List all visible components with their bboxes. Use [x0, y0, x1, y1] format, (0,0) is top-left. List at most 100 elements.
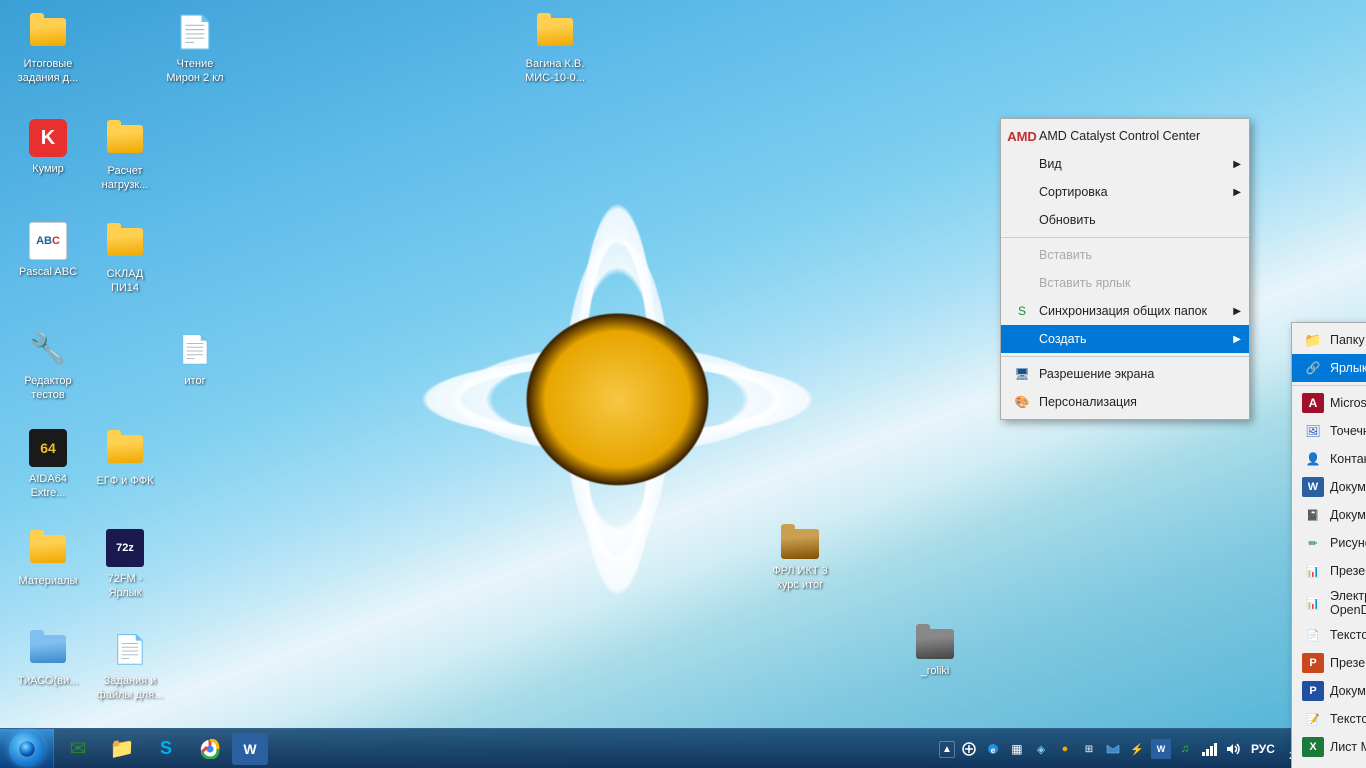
- menu-item-sort[interactable]: Сортировка ▶: [1001, 178, 1249, 206]
- language-button[interactable]: РУС: [1247, 740, 1279, 758]
- submenu-item-odraw[interactable]: ✏ Рисунок OpenDocument: [1292, 529, 1366, 557]
- journal-icon: 📓: [1302, 505, 1324, 525]
- desktop: Итоговые задания д... 📄 Чтение Мирон 2 к…: [0, 0, 1366, 768]
- menu-item-personalize[interactable]: 🎨 Персонализация: [1001, 388, 1249, 416]
- systray-icon-10[interactable]: ♫: [1175, 739, 1195, 759]
- submenu-arrow: ▶: [1233, 159, 1241, 170]
- pub-icon: P: [1302, 681, 1324, 701]
- systray-icon-5[interactable]: ●: [1055, 739, 1075, 759]
- screen-icon: 🖥: [1011, 364, 1033, 384]
- submenu-item-kontakt[interactable]: 👤 Контакт: [1292, 445, 1366, 473]
- flower-decoration: [150, 0, 1000, 768]
- desktop-icon-tias[interactable]: ТиАСО(ви...: [8, 625, 88, 693]
- icon-label: Вагина К.В. МИС-10-0...: [514, 56, 596, 87]
- icon-label: итог: [181, 373, 208, 389]
- desktop-icon-materialy[interactable]: Материалы: [8, 525, 88, 593]
- person-icon: 🎨: [1011, 392, 1033, 412]
- systray-icon-8[interactable]: ⚡: [1127, 739, 1147, 759]
- taskbar-btn-skype[interactable]: S: [144, 730, 188, 768]
- menu-item-vid[interactable]: Вид ▶: [1001, 150, 1249, 178]
- desktop-icon-aida64[interactable]: 64 AIDA64 Extre...: [8, 425, 88, 506]
- taskbar-pinned-apps: ✉ 📁 S W: [54, 730, 270, 768]
- otext-icon: 📄: [1302, 625, 1324, 645]
- systray-expand[interactable]: ▲: [939, 741, 955, 758]
- context-menu-desktop: AMD AMD Catalyst Control Center Вид ▶ Со…: [1000, 118, 1250, 420]
- network-icon[interactable]: [1199, 739, 1219, 759]
- menu-item-refresh[interactable]: Обновить: [1001, 206, 1249, 234]
- menu-item-create[interactable]: Создать ▶ 📁 Папку 🔗 Ярлык A Microsoft Ac…: [1001, 325, 1249, 353]
- desktop-icon-raschet[interactable]: Расчет нагрузк...: [85, 115, 165, 198]
- submenu-item-pub[interactable]: P Документ Microsoft Publisher: [1292, 677, 1366, 705]
- submenu-item-papku[interactable]: 📁 Папку: [1292, 326, 1366, 354]
- volume-icon[interactable]: [1223, 739, 1243, 759]
- separator: [1001, 356, 1249, 357]
- submenu-item-otext[interactable]: 📄 Текстовый документ OpenDocument: [1292, 621, 1366, 649]
- icon-label: Чтение Мирон 2 кл: [159, 56, 231, 87]
- menu-item-paste-shortcut[interactable]: Вставить ярлык: [1001, 269, 1249, 297]
- txt-icon: 📝: [1302, 709, 1324, 729]
- access-icon: A: [1302, 393, 1324, 413]
- icon-label: ЕГФ и ФФК: [93, 473, 156, 489]
- desktop-icon-frl[interactable]: ФРЛ ИКТ 3 курс итог: [755, 525, 845, 598]
- desktop-icon-egf[interactable]: ЕГФ и ФФК: [85, 425, 165, 493]
- systray-icon-4[interactable]: ◈: [1031, 739, 1051, 759]
- desktop-icon-chtenie[interactable]: 📄 Чтение Мирон 2 кл: [155, 8, 235, 91]
- menu-item-amd[interactable]: AMD AMD Catalyst Control Center: [1001, 122, 1249, 150]
- icon-label: ТиАСО(ви...: [15, 673, 82, 689]
- taskbar-btn-word[interactable]: W: [232, 733, 268, 765]
- opres-icon: 📊: [1302, 561, 1324, 581]
- taskbar-btn-mail[interactable]: ✉: [56, 730, 100, 768]
- menu-item-sync[interactable]: S Синхронизация общих папок ▶: [1001, 297, 1249, 325]
- systray-icon-2[interactable]: e: [983, 739, 1003, 759]
- submenu-item-zip[interactable]: 🗜 Сжатая ZIP-папка: [1292, 761, 1366, 768]
- systray-icon-6[interactable]: ⊞: [1079, 739, 1099, 759]
- bmp-icon: 🖼: [1302, 421, 1324, 441]
- systray-icon-7[interactable]: [1103, 739, 1123, 759]
- desktop-icon-itog2[interactable]: 📄 итог: [155, 325, 235, 393]
- xls-icon: X: [1302, 737, 1324, 757]
- submenu-item-pptx[interactable]: P Презентация Microsoft PowerPoint: [1292, 649, 1366, 677]
- submenu-item-bmp[interactable]: 🖼 Точечный рисунок: [1292, 417, 1366, 445]
- desktop-icon-itog-zadania[interactable]: Итоговые задания д...: [8, 8, 88, 91]
- desktop-icon-vagina[interactable]: Вагина К.В. МИС-10-0...: [510, 8, 600, 91]
- submenu-arrow: ▶: [1233, 306, 1241, 317]
- systray-icon-3[interactable]: ▦: [1007, 739, 1027, 759]
- folder-icon: 📁: [1302, 330, 1324, 350]
- submenu-item-opres[interactable]: 📊 Презентация OpenDocument: [1292, 557, 1366, 585]
- start-orb: [9, 731, 45, 767]
- taskbar: ✉ 📁 S W ▲: [0, 728, 1366, 768]
- submenu-create: 📁 Папку 🔗 Ярлык A Microsoft Access База …: [1291, 322, 1366, 768]
- submenu-item-journal[interactable]: 📓 Документ журнала: [1292, 501, 1366, 529]
- desktop-icon-zadaniya[interactable]: 📄 Задания и файлы для...: [85, 625, 175, 708]
- icon-label: 72FM - Ярлык: [89, 571, 161, 602]
- taskbar-btn-chrome[interactable]: [188, 730, 232, 768]
- submenu-item-access[interactable]: A Microsoft Access База данных: [1292, 389, 1366, 417]
- submenu-item-xls[interactable]: X Лист Microsoft Excel: [1292, 733, 1366, 761]
- pptx-icon: P: [1302, 653, 1324, 673]
- desktop-icon-sklad[interactable]: СКЛАД ПИ14: [85, 218, 165, 301]
- separator: [1001, 237, 1249, 238]
- separator: [1292, 385, 1366, 386]
- ocalc-icon: 📊: [1302, 593, 1324, 613]
- desktop-icon-roliki[interactable]: _roliki: [895, 625, 975, 683]
- shortcut-icon: 🔗: [1302, 358, 1324, 378]
- submenu-item-word[interactable]: W Документ Microsoft Word: [1292, 473, 1366, 501]
- taskbar-btn-explorer[interactable]: 📁: [100, 730, 144, 768]
- amd-icon: AMD: [1011, 126, 1033, 146]
- submenu-arrow: ▶: [1233, 187, 1241, 198]
- menu-item-resolution[interactable]: 🖥 Разрешение экрана: [1001, 360, 1249, 388]
- icon-label: Материалы: [16, 573, 81, 589]
- desktop-icon-pascal[interactable]: ABC Pascal ABC: [8, 218, 88, 284]
- start-button[interactable]: [0, 729, 54, 768]
- submenu-item-yarlyk[interactable]: 🔗 Ярлык: [1292, 354, 1366, 382]
- submenu-item-txt[interactable]: 📝 Текстовый документ: [1292, 705, 1366, 733]
- icon-label: Кумир: [29, 161, 67, 177]
- desktop-icon-fm72[interactable]: 72z 72FM - Ярлык: [85, 525, 165, 606]
- create-icon: [1011, 329, 1033, 349]
- desktop-icon-kumir[interactable]: K Кумир: [8, 115, 88, 181]
- menu-item-paste[interactable]: Вставить: [1001, 241, 1249, 269]
- systray-icon-9[interactable]: W: [1151, 739, 1171, 759]
- submenu-item-ocalc[interactable]: 📊 Электронная таблица OpenDocument: [1292, 585, 1366, 621]
- desktop-icon-redaktor[interactable]: 🔧 Редактор тестов: [8, 325, 88, 408]
- systray-icon-1[interactable]: [959, 739, 979, 759]
